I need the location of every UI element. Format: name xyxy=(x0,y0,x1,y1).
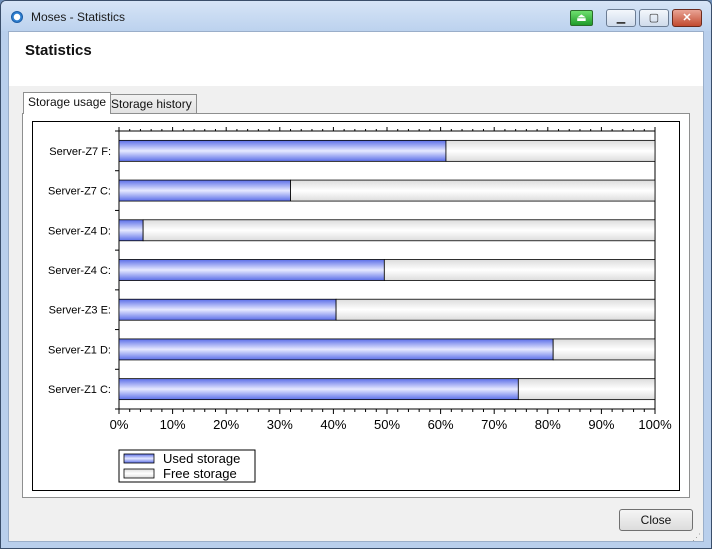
tab-panel: 0% 10% 20% 30% 40% 50% 60% 70% 80% 90% 100% Server-… xyxy=(22,113,690,498)
x-tick-label: 70% xyxy=(481,417,507,432)
legend-swatch-used xyxy=(123,453,155,464)
hanger-icon[interactable]: ⏏ xyxy=(570,10,593,26)
window-title: Moses - Statistics xyxy=(31,10,126,24)
used-storage-bar xyxy=(118,179,291,202)
category-label: Server-Z1 D: xyxy=(48,344,111,356)
x-tick-label: 20% xyxy=(213,417,239,432)
free-storage-bar xyxy=(142,219,656,242)
minimize-button[interactable]: ▁ xyxy=(606,9,636,27)
x-tick-label: 30% xyxy=(267,417,293,432)
free-storage-bar xyxy=(290,179,656,202)
statistics-window: Moses - Statistics ⏏ ▁ ▢ ✕ Statistics St… xyxy=(0,0,712,549)
x-tick-label: 80% xyxy=(535,417,561,432)
x-tick-label: 100% xyxy=(638,417,672,432)
free-storage-bar xyxy=(552,338,656,361)
free-storage-bar xyxy=(383,259,656,281)
category-label: Server-Z7 F: xyxy=(49,146,111,158)
chart-frame: 0% 10% 20% 30% 40% 50% 60% 70% 80% 90% 100% Server-… xyxy=(32,121,680,491)
category-label: Server-Z3 E: xyxy=(49,305,111,317)
tab-storage-history[interactable]: Storage history xyxy=(106,94,197,113)
resize-grip[interactable]: ⋰ xyxy=(692,532,701,543)
close-button[interactable]: Close xyxy=(619,509,693,531)
legend-label-free: Free storage xyxy=(163,466,237,481)
free-storage-bar xyxy=(517,378,656,401)
used-storage-bar xyxy=(118,338,554,361)
x-tick-label: 50% xyxy=(374,417,400,432)
close-window-button[interactable]: ✕ xyxy=(672,9,702,27)
x-tick-label: 0% xyxy=(110,417,129,432)
client-area: Statistics Storage usage Storage history… xyxy=(8,31,704,542)
free-storage-bar xyxy=(335,298,656,321)
used-storage-bar xyxy=(118,259,385,281)
category-label: Server-Z4 D: xyxy=(48,225,111,237)
header-band: Statistics xyxy=(9,32,703,86)
category-label: Server-Z4 C: xyxy=(48,265,111,277)
used-storage-bar xyxy=(118,378,519,401)
free-storage-bar xyxy=(445,139,656,162)
used-storage-bar xyxy=(118,139,447,162)
x-tick-label: 10% xyxy=(160,417,186,432)
maximize-button[interactable]: ▢ xyxy=(639,9,669,27)
legend-swatch-free xyxy=(123,468,155,479)
x-tick-label: 40% xyxy=(320,417,346,432)
used-storage-bar xyxy=(118,219,144,242)
category-label: Server-Z7 C: xyxy=(48,186,111,198)
page-title: Statistics xyxy=(25,42,92,59)
x-tick-label: 60% xyxy=(428,417,454,432)
category-label: Server-Z1 C: xyxy=(48,384,111,396)
x-tick-label: 90% xyxy=(588,417,614,432)
title-bar[interactable]: Moses - Statistics ⏏ ▁ ▢ ✕ xyxy=(1,1,711,31)
storage-usage-chart: 0% 10% 20% 30% 40% 50% 60% 70% 80% 90% 100% Server-… xyxy=(48,127,672,483)
tab-storage-usage[interactable]: Storage usage xyxy=(23,92,112,114)
legend-label-used: Used storage xyxy=(163,451,240,466)
app-icon xyxy=(11,11,23,23)
used-storage-bar xyxy=(118,298,337,321)
